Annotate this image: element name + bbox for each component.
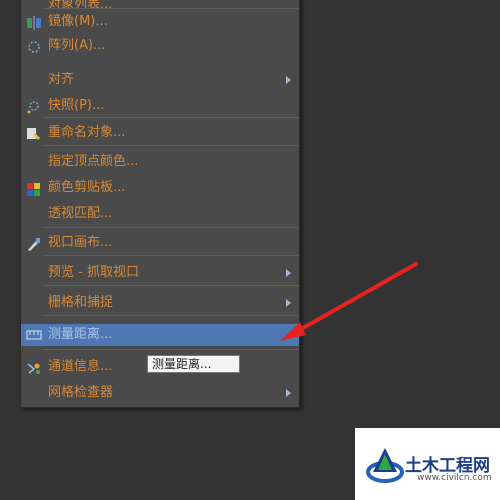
red-arrow-annotation (280, 262, 418, 341)
watermark-url: www.civilcn.com (417, 473, 492, 483)
civilcn-logo-icon (365, 442, 405, 486)
watermark: 土木工程网 www.civilcn.com (355, 428, 500, 500)
